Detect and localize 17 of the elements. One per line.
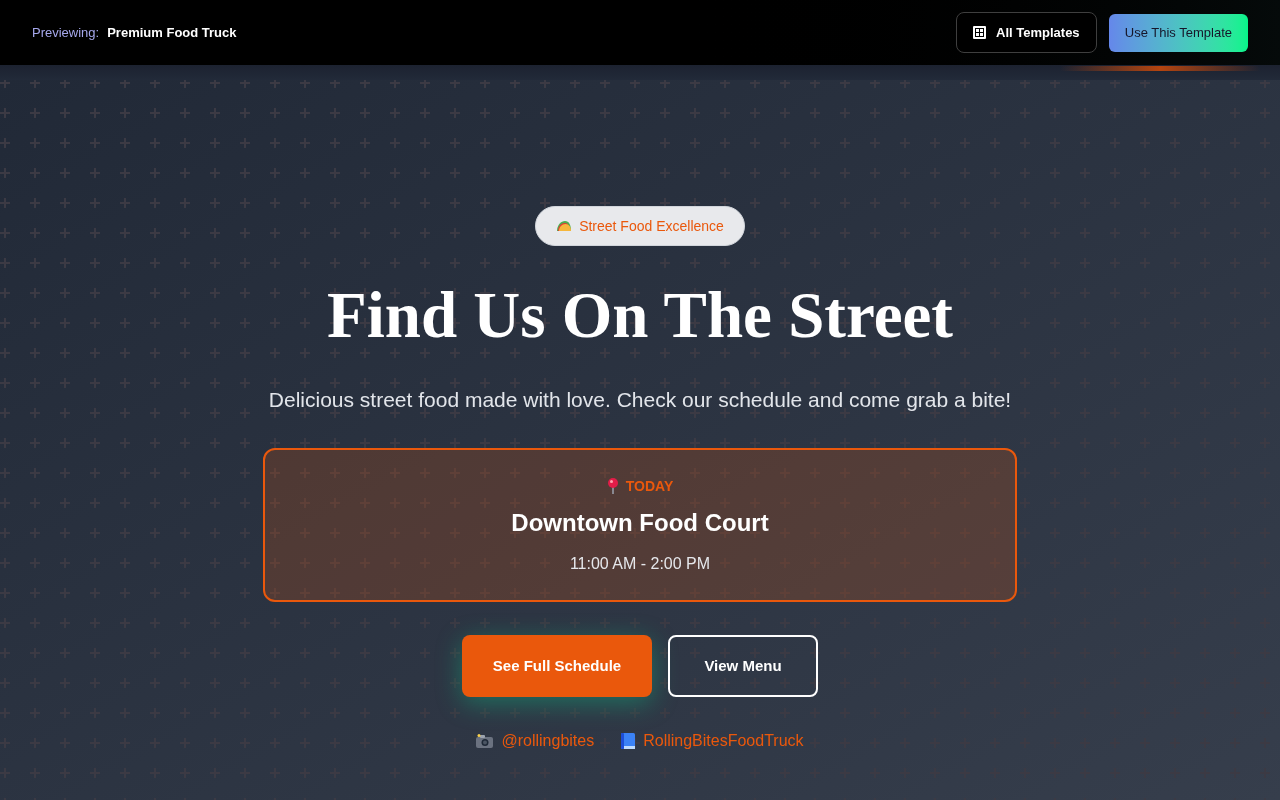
all-templates-button[interactable]: All Templates [955, 12, 1097, 53]
camera-icon [476, 734, 494, 748]
location-name: Downtown Food Court [511, 508, 769, 538]
view-menu-button[interactable]: View Menu [668, 635, 818, 697]
badge-text: Street Food Excellence [579, 216, 724, 236]
book-icon [621, 733, 636, 749]
template-name: Premium Food Truck [107, 23, 237, 42]
use-template-button[interactable]: Use This Template [1108, 13, 1248, 52]
today-label: TODAY [625, 476, 674, 496]
taco-icon [556, 220, 573, 232]
grid-icon [973, 26, 987, 39]
hero-subtitle: Delicious street food made with love. Check our schedule and come grab a bite! [268, 387, 1012, 413]
pin-icon [606, 478, 619, 494]
see-schedule-button[interactable]: See Full Schedule [462, 635, 652, 697]
previewing-label: Previewing: [32, 23, 100, 42]
hero-title: Find Us On The Street [327, 282, 953, 348]
opening-hours: 11:00 AM - 2:00 PM [569, 554, 711, 574]
